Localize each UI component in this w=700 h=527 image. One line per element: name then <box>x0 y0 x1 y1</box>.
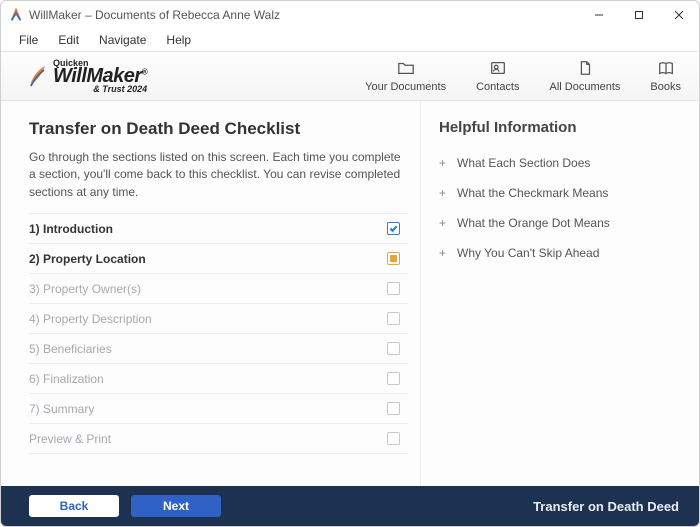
page-title: Transfer on Death Deed Checklist <box>29 119 408 139</box>
status-box <box>387 222 400 235</box>
checkmark-icon <box>389 224 398 233</box>
info-label: What the Checkmark Means <box>457 186 608 200</box>
next-button[interactable]: Next <box>131 495 221 517</box>
nav-label: Your Documents <box>365 81 446 93</box>
title-bar: WillMaker – Documents of Rebecca Anne Wa… <box>1 1 699 29</box>
checklist-row: 4) Property Description <box>29 304 408 334</box>
checklist-label: 6) Finalization <box>29 372 104 386</box>
nav-all-documents[interactable]: All Documents <box>550 60 621 93</box>
folder-icon <box>397 60 415 79</box>
status-box <box>387 342 400 355</box>
menu-bar: File Edit Navigate Help <box>1 29 699 51</box>
maximize-button[interactable] <box>619 1 659 29</box>
menu-edit[interactable]: Edit <box>50 31 87 49</box>
back-button[interactable]: Back <box>29 495 119 517</box>
info-item[interactable]: + What the Checkmark Means <box>439 178 681 208</box>
status-box <box>387 312 400 325</box>
checklist-row: 3) Property Owner(s) <box>29 274 408 304</box>
footer-title: Transfer on Death Deed <box>533 499 679 514</box>
current-dot-icon <box>390 255 397 262</box>
feather-icon <box>27 64 47 88</box>
expand-icon: + <box>439 156 449 170</box>
status-box <box>387 372 400 385</box>
nav-label: Books <box>650 81 681 93</box>
checklist-row[interactable]: 1) Introduction <box>29 214 408 244</box>
checklist-label: 3) Property Owner(s) <box>29 282 141 296</box>
main-column: Transfer on Death Deed Checklist Go thro… <box>1 101 421 486</box>
expand-icon: + <box>439 216 449 230</box>
checklist-label: Preview & Print <box>29 432 111 446</box>
window-title: WillMaker – Documents of Rebecca Anne Wa… <box>29 8 280 22</box>
checklist-label: 7) Summary <box>29 402 94 416</box>
side-title: Helpful Information <box>439 119 681 136</box>
window-controls <box>579 1 699 29</box>
checklist-label: 1) Introduction <box>29 222 113 236</box>
nav-label: All Documents <box>550 81 621 93</box>
checklist-row: 5) Beneficiaries <box>29 334 408 364</box>
checklist-row[interactable]: 2) Property Location <box>29 244 408 274</box>
nav-contacts[interactable]: Contacts <box>476 60 519 93</box>
checklist-label: 5) Beneficiaries <box>29 342 112 356</box>
page-intro: Go through the sections listed on this s… <box>29 149 408 201</box>
minimize-button[interactable] <box>579 1 619 29</box>
document-icon <box>576 60 594 79</box>
expand-icon: + <box>439 246 449 260</box>
info-label: What the Orange Dot Means <box>457 216 610 230</box>
nav-books[interactable]: Books <box>650 60 681 93</box>
status-box <box>387 402 400 415</box>
contacts-icon <box>489 60 507 79</box>
header-bar: Quicken WillMaker® & Trust 2024 Your Doc… <box>1 51 699 101</box>
checklist-row: 7) Summary <box>29 394 408 424</box>
info-item[interactable]: + What the Orange Dot Means <box>439 208 681 238</box>
app-logo: Quicken WillMaker® & Trust 2024 <box>27 59 147 93</box>
checklist-label: 4) Property Description <box>29 312 152 326</box>
helpful-info-list: + What Each Section Does + What the Checkma… <box>439 148 681 268</box>
info-item[interactable]: + What Each Section Does <box>439 148 681 178</box>
app-icon <box>9 8 23 22</box>
nav-your-documents[interactable]: Your Documents <box>365 60 446 93</box>
info-item[interactable]: + Why You Can't Skip Ahead <box>439 238 681 268</box>
side-column: Helpful Information + What Each Section D… <box>421 101 699 486</box>
nav-label: Contacts <box>476 81 519 93</box>
checklist-row: Preview & Print <box>29 424 408 454</box>
logo-line-2: WillMaker® <box>53 67 147 85</box>
info-label: What Each Section Does <box>457 156 590 170</box>
expand-icon: + <box>439 186 449 200</box>
menu-file[interactable]: File <box>11 31 46 49</box>
content: Transfer on Death Deed Checklist Go thro… <box>1 101 699 486</box>
footer-bar: Back Next Transfer on Death Deed <box>1 486 699 526</box>
close-button[interactable] <box>659 1 699 29</box>
status-box <box>387 282 400 295</box>
status-box <box>387 252 400 265</box>
info-label: Why You Can't Skip Ahead <box>457 246 599 260</box>
menu-navigate[interactable]: Navigate <box>91 31 154 49</box>
checklist: 1) Introduction 2) Property Location 3) Pr… <box>29 213 408 454</box>
book-icon <box>657 60 675 79</box>
checklist-row: 6) Finalization <box>29 364 408 394</box>
top-nav: Your Documents Contacts All Documents Bo… <box>365 60 681 93</box>
status-box <box>387 432 400 445</box>
checklist-label: 2) Property Location <box>29 252 146 266</box>
menu-help[interactable]: Help <box>158 31 199 49</box>
